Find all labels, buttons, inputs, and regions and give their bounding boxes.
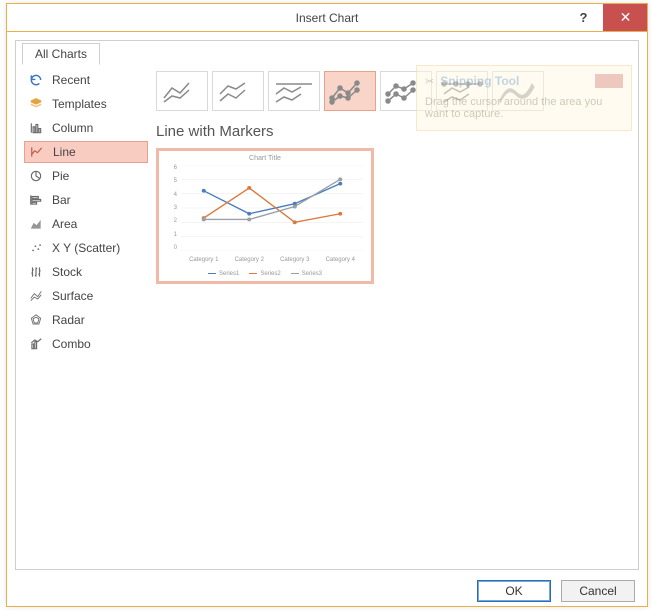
bar-chart-icon xyxy=(28,192,44,208)
subtype-stacked-line[interactable] xyxy=(212,71,264,111)
chart-legend: Series1 Series2 Series3 xyxy=(159,271,371,277)
sidebar-item-label: Area xyxy=(52,217,77,231)
sidebar-item-scatter[interactable]: X Y (Scatter) xyxy=(24,237,148,259)
subtype-100-stacked-line-markers[interactable] xyxy=(436,71,488,111)
sidebar-item-column[interactable]: Column xyxy=(24,117,148,139)
sidebar-item-label: Combo xyxy=(52,337,91,351)
subtype-3d-line[interactable] xyxy=(492,71,544,111)
sidebar-item-pie[interactable]: Pie xyxy=(24,165,148,187)
subtype-line[interactable] xyxy=(156,71,208,111)
area-chart-icon xyxy=(28,216,44,232)
sidebar-item-label: Pie xyxy=(52,169,69,183)
sidebar-item-combo[interactable]: Combo xyxy=(24,333,148,355)
close-button[interactable]: ✕ xyxy=(603,4,647,31)
y-axis: 6543210 xyxy=(169,165,177,251)
tab-all-charts[interactable]: All Charts xyxy=(22,43,100,65)
column-chart-icon xyxy=(28,120,44,136)
ok-button[interactable]: OK xyxy=(477,580,551,602)
stock-chart-icon xyxy=(28,264,44,280)
sidebar-item-templates[interactable]: Templates xyxy=(24,93,148,115)
pie-chart-icon xyxy=(28,168,44,184)
radar-chart-icon xyxy=(28,312,44,328)
chart-title: Chart Title xyxy=(165,155,365,162)
sidebar-item-line[interactable]: Line xyxy=(24,141,148,163)
title-bar: Insert Chart ? ✕ xyxy=(7,4,647,32)
insert-chart-dialog: Insert Chart ? ✕ All Charts Recent Templ… xyxy=(6,3,648,607)
line-chart-icon xyxy=(29,144,45,160)
window-title: Insert Chart xyxy=(7,4,647,31)
sidebar-item-label: Line xyxy=(53,145,76,159)
subtype-title: Line with Markers xyxy=(156,123,626,140)
plot-area xyxy=(181,165,363,251)
sidebar-item-label: Radar xyxy=(52,313,85,327)
combo-chart-icon xyxy=(28,336,44,352)
sidebar-item-recent[interactable]: Recent xyxy=(24,69,148,91)
help-button[interactable]: ? xyxy=(563,4,603,31)
subtype-stacked-line-markers[interactable] xyxy=(380,71,432,111)
templates-icon xyxy=(28,96,44,112)
x-axis: Category 1Category 2Category 3Category 4 xyxy=(181,257,363,263)
sidebar-item-label: Surface xyxy=(52,289,93,303)
sidebar-item-stock[interactable]: Stock xyxy=(24,261,148,283)
subtype-line-markers[interactable] xyxy=(324,71,376,111)
legend-item: Series2 xyxy=(249,271,280,277)
surface-chart-icon xyxy=(28,288,44,304)
sidebar-item-area[interactable]: Area xyxy=(24,213,148,235)
cancel-button[interactable]: Cancel xyxy=(561,580,635,602)
subtype-100-stacked-line[interactable] xyxy=(268,71,320,111)
chart-type-list: Recent Templates Column Line Pie xyxy=(18,63,148,567)
sidebar-item-radar[interactable]: Radar xyxy=(24,309,148,331)
chart-preview[interactable]: Chart Title 6543210 Category 1Category 2… xyxy=(156,148,374,284)
dialog-body: All Charts Recent Templates Column xyxy=(15,40,639,570)
sidebar-item-label: Bar xyxy=(52,193,71,207)
sidebar-item-label: Column xyxy=(52,121,93,135)
legend-item: Series3 xyxy=(291,271,322,277)
recent-icon xyxy=(28,72,44,88)
sidebar-item-label: Templates xyxy=(52,97,107,111)
sidebar-item-label: Stock xyxy=(52,265,82,279)
legend-item: Series1 xyxy=(208,271,239,277)
dialog-footer: OK Cancel xyxy=(7,576,647,606)
sidebar-item-label: X Y (Scatter) xyxy=(52,241,120,255)
sidebar-item-label: Recent xyxy=(52,73,90,87)
chart-subtype-panel: Line with Markers Chart Title 6543210 Ca… xyxy=(148,63,636,567)
sidebar-item-surface[interactable]: Surface xyxy=(24,285,148,307)
scatter-chart-icon xyxy=(28,240,44,256)
sidebar-item-bar[interactable]: Bar xyxy=(24,189,148,211)
